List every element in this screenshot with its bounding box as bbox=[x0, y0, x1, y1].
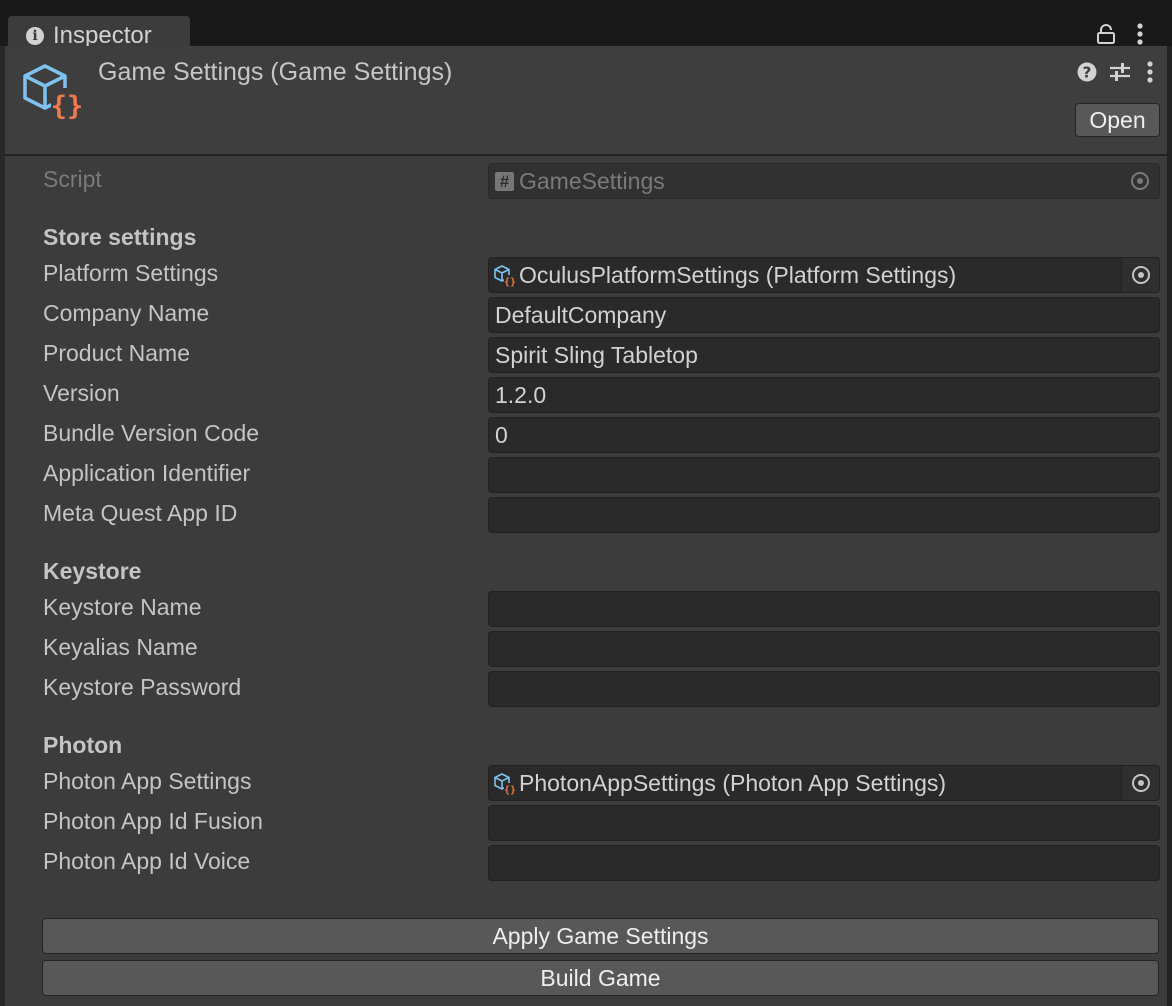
photon-app-id-voice-label: Photon App Id Voice bbox=[43, 848, 251, 874]
presets-icon[interactable] bbox=[1109, 61, 1131, 83]
keystore-header: Keystore bbox=[43, 558, 142, 584]
platform-settings-label: Platform Settings bbox=[43, 260, 219, 286]
bundle-version-code-field[interactable]: 0 bbox=[488, 417, 1160, 453]
application-identifier-label: Application Identifier bbox=[43, 460, 251, 486]
script-value: GameSettings bbox=[519, 168, 665, 194]
apply-game-settings-button[interactable]: Apply Game Settings bbox=[42, 918, 1159, 954]
application-identifier-field[interactable] bbox=[488, 457, 1160, 493]
company-name-label: Company Name bbox=[43, 300, 210, 326]
svg-text:{}: {} bbox=[504, 277, 516, 287]
platform-settings-object-picker[interactable] bbox=[1121, 258, 1159, 292]
tab-bar: i Inspector bbox=[0, 0, 1172, 54]
more-vertical-icon[interactable] bbox=[1131, 22, 1149, 46]
photon-app-settings-object-picker[interactable] bbox=[1121, 766, 1159, 800]
meta-quest-app-id-field[interactable] bbox=[488, 497, 1160, 533]
store-settings-header: Store settings bbox=[43, 224, 197, 250]
more-vertical-icon[interactable] bbox=[1143, 60, 1157, 84]
object-picker-icon bbox=[1132, 266, 1150, 284]
open-button[interactable]: Open bbox=[1075, 103, 1160, 137]
script-object-picker bbox=[1121, 164, 1159, 198]
photon-app-settings-field[interactable]: {} PhotonAppSettings (Photon App Setting… bbox=[488, 765, 1160, 801]
version-field[interactable]: 1.2.0 bbox=[488, 377, 1160, 413]
object-picker-icon bbox=[1132, 774, 1150, 792]
product-name-label: Product Name bbox=[43, 340, 191, 366]
platform-settings-value: OculusPlatformSettings (Platform Setting… bbox=[519, 262, 957, 288]
svg-text:{}: {} bbox=[504, 785, 516, 795]
inspector-panel: {} Game Settings (Game Settings) ? Open … bbox=[5, 46, 1167, 1006]
svg-text:?: ? bbox=[1083, 64, 1092, 82]
script-hash-icon: # bbox=[495, 172, 514, 191]
bundle-version-code-label: Bundle Version Code bbox=[43, 420, 260, 446]
info-icon: i bbox=[26, 27, 44, 45]
photon-app-settings-label: Photon App Settings bbox=[43, 768, 252, 794]
keystore-name-field[interactable] bbox=[488, 591, 1160, 627]
company-name-field[interactable]: DefaultCompany bbox=[488, 297, 1160, 333]
inspector-window: i Inspector {} Game Settings (Game Setti… bbox=[0, 0, 1172, 1006]
svg-text:{}: {} bbox=[51, 91, 84, 122]
lock-icon[interactable] bbox=[1097, 24, 1115, 44]
version-label: Version bbox=[43, 380, 120, 406]
build-game-button[interactable]: Build Game bbox=[42, 960, 1159, 996]
photon-header: Photon bbox=[43, 732, 123, 758]
product-name-field[interactable]: Spirit Sling Tabletop bbox=[488, 337, 1160, 373]
photon-app-settings-value: PhotonAppSettings (Photon App Settings) bbox=[519, 770, 947, 796]
script-field: # GameSettings bbox=[488, 163, 1160, 199]
scriptable-object-icon: {} bbox=[494, 265, 516, 287]
page-title: Game Settings (Game Settings) bbox=[98, 58, 453, 86]
platform-settings-field[interactable]: {} OculusPlatformSettings (Platform Sett… bbox=[488, 257, 1160, 293]
meta-quest-app-id-label: Meta Quest App ID bbox=[43, 500, 238, 526]
keystore-password-label: Keystore Password bbox=[43, 674, 242, 700]
photon-app-id-voice-field[interactable] bbox=[488, 845, 1160, 881]
keyalias-name-label: Keyalias Name bbox=[43, 634, 198, 660]
panel-edge bbox=[1167, 46, 1172, 1006]
help-icon[interactable]: ? bbox=[1077, 62, 1097, 82]
scriptable-object-icon: {} bbox=[23, 64, 84, 122]
keystore-password-field[interactable] bbox=[488, 671, 1160, 707]
inspector-header: {} Game Settings (Game Settings) ? Open bbox=[5, 46, 1167, 156]
script-label: Script bbox=[43, 166, 102, 192]
photon-app-id-fusion-label: Photon App Id Fusion bbox=[43, 808, 263, 834]
keyalias-name-field[interactable] bbox=[488, 631, 1160, 667]
scriptable-object-icon: {} bbox=[494, 773, 516, 795]
keystore-name-label: Keystore Name bbox=[43, 594, 202, 620]
object-picker-icon bbox=[1131, 172, 1149, 190]
photon-app-id-fusion-field[interactable] bbox=[488, 805, 1160, 841]
